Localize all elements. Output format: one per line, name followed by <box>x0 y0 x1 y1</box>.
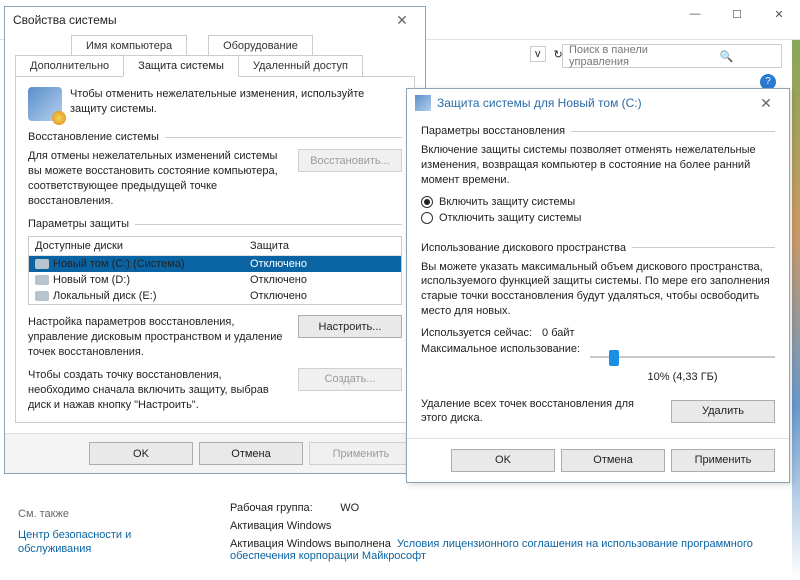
path-dropdown[interactable]: v <box>530 46 546 62</box>
restore-button[interactable]: Восстановить... <box>298 149 402 172</box>
ok-button[interactable]: OK <box>451 449 555 472</box>
drive-icon <box>35 291 49 301</box>
activation-heading: Активация Windows <box>230 520 800 532</box>
used-label: Используется сейчас: <box>421 327 532 339</box>
radio-enable-protection[interactable]: Включить защиту системы <box>421 196 775 208</box>
search-box[interactable]: Поиск в панели управления 🔍 <box>562 44 782 68</box>
restore-intro: Включение защиты системы позволяет отмен… <box>421 143 775 188</box>
dialog-title: Свойства системы <box>13 13 387 27</box>
address-bar-controls: v ↻ <box>530 46 563 62</box>
restore-settings-label: Параметры восстановления <box>421 125 565 137</box>
background-system-info: Рабочая группа: WO Активация Windows Акт… <box>230 496 800 568</box>
dialog-footer: OK Отмена Применить <box>5 433 425 473</box>
max-usage-label: Максимальное использование: <box>421 343 580 356</box>
desktop-edge <box>792 0 800 580</box>
tab-body: Чтобы отменить нежелательные изменения, … <box>15 76 415 423</box>
restore-description: Для отмены нежелательных изменений систе… <box>28 149 286 208</box>
tab-row-1: Имя компьютера Оборудование <box>5 35 425 56</box>
tab-row-2: Дополнительно Защита системы Удаленный д… <box>5 55 425 77</box>
configure-button[interactable]: Настроить... <box>298 315 402 338</box>
tab-remote[interactable]: Удаленный доступ <box>238 55 363 77</box>
table-row[interactable]: Новый том (D:) Отключено <box>29 272 401 288</box>
activation-status: Активация Windows выполнена <box>230 538 391 550</box>
shield-icon <box>28 87 62 121</box>
drives-table: Доступные диски Защита Новый том (C:) (С… <box>28 236 402 305</box>
shield-icon <box>415 95 431 111</box>
create-button[interactable]: Создать... <box>298 368 402 391</box>
radio-dot-icon <box>421 212 433 224</box>
security-center-link[interactable]: Центр безопасности и обслуживания <box>18 528 158 557</box>
disk-usage-label: Использование дискового пространства <box>421 242 626 254</box>
minimize-button[interactable]: — <box>674 0 716 28</box>
max-usage-slider[interactable] <box>590 347 775 367</box>
cancel-button[interactable]: Отмена <box>199 442 303 465</box>
protection-group-label: Параметры защиты <box>28 218 129 230</box>
search-icon[interactable]: 🔍 <box>672 50 781 63</box>
col-protection[interactable]: Защита <box>244 237 401 255</box>
restore-group-label: Восстановление системы <box>28 131 159 143</box>
see-also-heading: См. также <box>18 508 158 520</box>
dialog-footer: OK Отмена Применить <box>407 438 789 482</box>
cancel-button[interactable]: Отмена <box>561 449 665 472</box>
intro-text: Чтобы отменить нежелательные изменения, … <box>70 87 402 117</box>
search-placeholder: Поиск в панели управления <box>563 44 672 68</box>
close-icon[interactable]: ✕ <box>751 95 781 112</box>
create-description: Чтобы создать точку восстановления, необ… <box>28 368 286 413</box>
slider-value: 10% (4,33 ГБ) <box>590 371 775 383</box>
table-row[interactable]: Локальный диск (E:) Отключено <box>29 288 401 304</box>
system-protection-drive-dialog: Защита системы для Новый том (C:) ✕ Пара… <box>406 88 790 483</box>
tab-advanced[interactable]: Дополнительно <box>15 55 124 77</box>
apply-button[interactable]: Применить <box>671 449 775 472</box>
radio-dot-icon <box>421 196 433 208</box>
tab-computer-name[interactable]: Имя компьютера <box>71 35 187 56</box>
titlebar[interactable]: Защита системы для Новый том (C:) ✕ <box>407 89 789 117</box>
tab-system-protection[interactable]: Защита системы <box>123 55 239 77</box>
table-row[interactable]: Новый том (C:) (Система) Отключено <box>29 256 401 272</box>
system-properties-dialog: Свойства системы ✕ Имя компьютера Оборуд… <box>4 6 426 474</box>
close-icon[interactable]: ✕ <box>387 12 417 29</box>
ok-button[interactable]: OK <box>89 442 193 465</box>
apply-button[interactable]: Применить <box>309 442 413 465</box>
col-drives[interactable]: Доступные диски <box>29 237 244 255</box>
configure-description: Настройка параметров восстановления, упр… <box>28 315 286 360</box>
delete-description: Удаление всех точек восстановления для э… <box>421 397 661 426</box>
dialog-title: Защита системы для Новый том (C:) <box>437 96 751 110</box>
delete-button[interactable]: Удалить <box>671 400 775 423</box>
maximize-button[interactable]: ☐ <box>716 0 758 28</box>
disk-intro: Вы можете указать максимальный объем дис… <box>421 260 775 319</box>
tab-hardware[interactable]: Оборудование <box>208 35 313 56</box>
see-also-panel: См. также Центр безопасности и обслужива… <box>18 508 158 557</box>
used-value: 0 байт <box>542 327 575 339</box>
radio-disable-protection[interactable]: Отключить защиту системы <box>421 212 775 224</box>
drive-icon <box>35 275 49 285</box>
close-button[interactable]: ✕ <box>758 0 800 28</box>
workgroup-label: Рабочая группа: <box>230 502 313 514</box>
workgroup-value: WO <box>340 502 359 514</box>
titlebar[interactable]: Свойства системы ✕ <box>5 7 425 33</box>
drive-icon <box>35 259 49 269</box>
